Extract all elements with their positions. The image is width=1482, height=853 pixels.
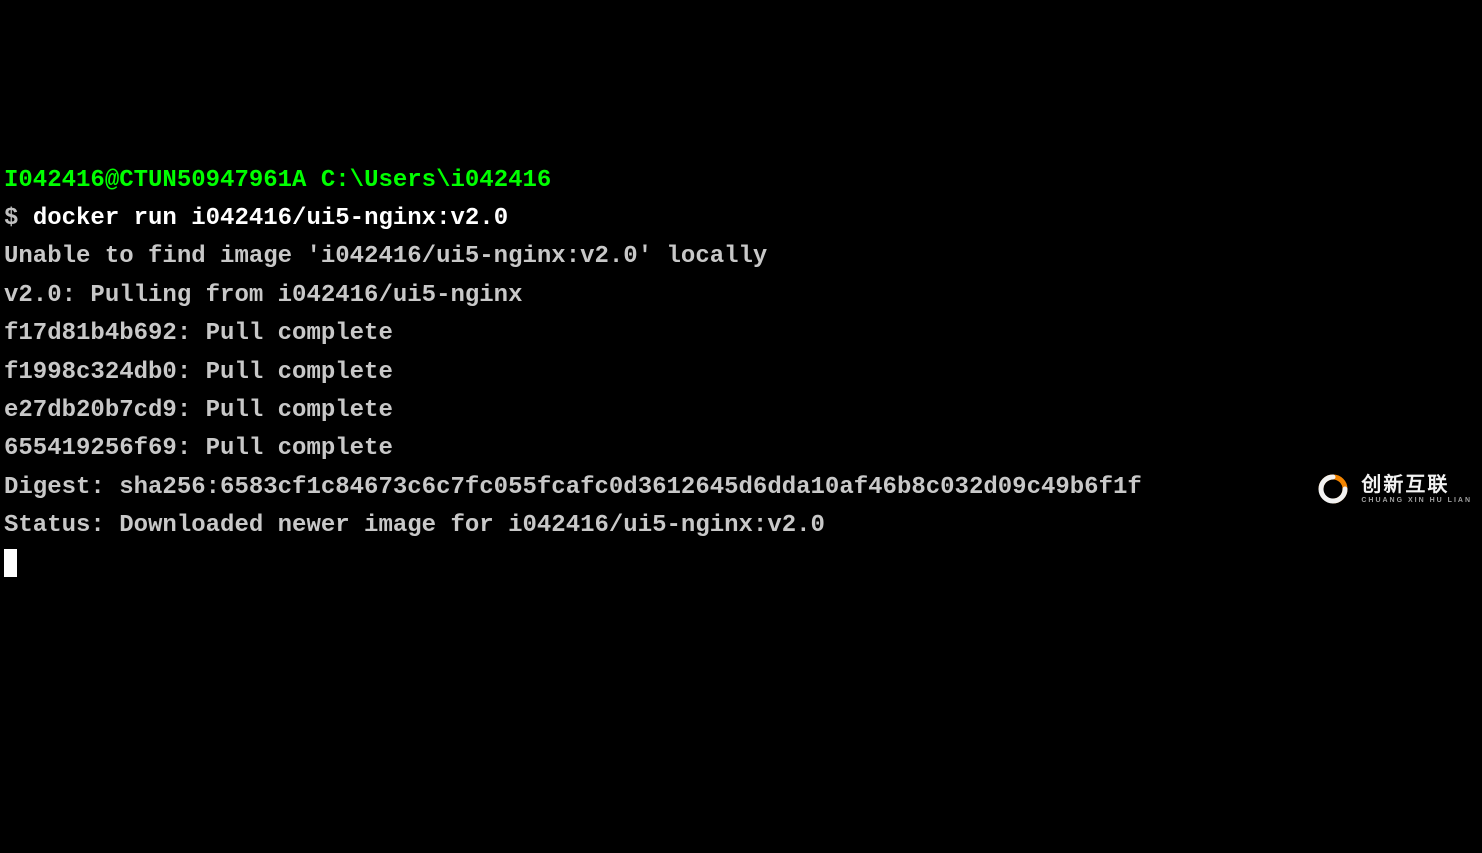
prompt-line: I042416@CTUN50947961A C:\Users\i042416 bbox=[4, 162, 1478, 200]
watermark-text: 创新互联 CHUANG XIN HU LIAN bbox=[1361, 475, 1472, 504]
output-line: Unable to find image 'i042416/ui5-nginx:… bbox=[4, 243, 767, 270]
watermark-sub-text: CHUANG XIN HU LIAN bbox=[1361, 497, 1472, 504]
current-path: C:\Users\i042416 bbox=[321, 167, 551, 194]
watermark-main-text: 创新互联 bbox=[1361, 475, 1472, 495]
output-line: Status: Downloaded newer image for i0424… bbox=[4, 512, 825, 539]
terminal[interactable]: I042416@CTUN50947961A C:\Users\i042416$ … bbox=[4, 162, 1478, 584]
output-line: 655419256f69: Pull complete bbox=[4, 435, 393, 462]
watermark: 创新互联 CHUANG XIN HU LIAN bbox=[1313, 469, 1472, 509]
watermark-logo-icon bbox=[1313, 469, 1353, 509]
user-host: I042416@CTUN50947961A bbox=[4, 167, 306, 194]
output-line: e27db20b7cd9: Pull complete bbox=[4, 397, 393, 424]
output-line: v2.0: Pulling from i042416/ui5-nginx bbox=[4, 282, 522, 309]
cursor bbox=[4, 549, 17, 577]
output-line: f17d81b4b692: Pull complete bbox=[4, 320, 393, 347]
prompt-symbol: $ bbox=[4, 205, 18, 232]
command-text: docker run i042416/ui5-nginx:v2.0 bbox=[33, 205, 508, 232]
output-line: f1998c324db0: Pull complete bbox=[4, 359, 393, 386]
command-line: $ docker run i042416/ui5-nginx:v2.0 bbox=[4, 200, 1478, 238]
output-line: Digest: sha256:6583cf1c84673c6c7fc055fca… bbox=[4, 474, 1142, 501]
